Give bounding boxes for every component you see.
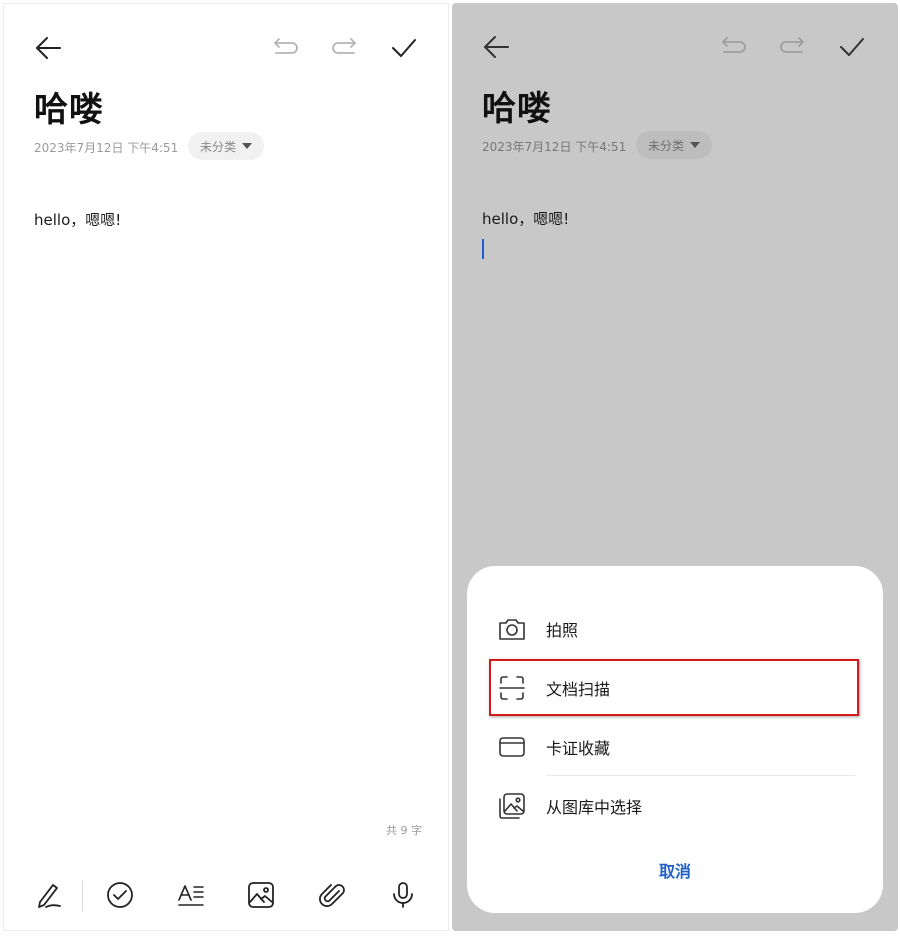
chevron-down-icon (242, 143, 253, 149)
confirm-check-icon[interactable] (838, 33, 866, 61)
category-label: 未分类 (648, 138, 685, 153)
word-count: 共 9 字 (386, 824, 422, 837)
text-format-icon[interactable] (176, 880, 206, 910)
note-date: 2023年7月12日 下午4:51 (482, 140, 627, 154)
text-cursor (482, 239, 484, 259)
sheet-item-camera[interactable]: 拍照 (467, 600, 883, 658)
confirm-check-icon[interactable] (390, 34, 418, 62)
chevron-down-icon (690, 142, 701, 148)
back-arrow-icon[interactable] (34, 34, 62, 62)
note-date: 2023年7月12日 下午4:51 (34, 141, 179, 155)
undo-icon[interactable] (720, 35, 748, 59)
note-title[interactable]: 哈喽 (34, 82, 104, 131)
category-dropdown[interactable]: 未分类 (188, 132, 265, 160)
note-body[interactable]: hello，嗯嗯! (34, 209, 121, 230)
highlight-box (489, 659, 859, 716)
category-dropdown[interactable]: 未分类 (636, 131, 713, 159)
attachment-paperclip-icon[interactable] (317, 880, 347, 910)
redo-icon[interactable] (330, 36, 358, 60)
note-editor-screen: 哈喽 2023年7月12日 下午4:51 未分类 hello，嗯嗯! 共 9 字 (3, 3, 449, 931)
category-label: 未分类 (200, 139, 237, 154)
sheet-item-label: 拍照 (546, 621, 579, 640)
note-title[interactable]: 哈喽 (482, 81, 552, 130)
id-card-icon (497, 732, 527, 762)
image-icon[interactable] (246, 880, 276, 910)
handwriting-pen-icon[interactable] (34, 880, 64, 910)
sheet-item-label: 从图库中选择 (546, 798, 643, 817)
camera-icon (497, 614, 527, 644)
insert-bottom-sheet: 拍照 文档扫描 卡证收藏 从图库中选择 取消 (467, 566, 883, 913)
redo-icon[interactable] (778, 35, 806, 59)
undo-icon[interactable] (272, 36, 300, 60)
gallery-icon (497, 791, 527, 821)
back-arrow-icon[interactable] (482, 33, 510, 61)
cancel-button[interactable]: 取消 (467, 858, 883, 882)
microphone-icon[interactable] (388, 880, 418, 910)
sheet-divider (546, 775, 855, 776)
sheet-item-card[interactable]: 卡证收藏 (467, 718, 883, 776)
sheet-item-gallery[interactable]: 从图库中选择 (467, 777, 883, 835)
note-body[interactable]: hello，嗯嗯! (482, 208, 569, 229)
attachment-sheet-screen: 哈喽 2023年7月12日 下午4:51 未分类 hello，嗯嗯! 拍照 文档… (452, 3, 898, 931)
toolbar-divider (82, 881, 83, 911)
sheet-item-label: 卡证收藏 (546, 739, 611, 758)
checklist-icon[interactable] (105, 880, 135, 910)
